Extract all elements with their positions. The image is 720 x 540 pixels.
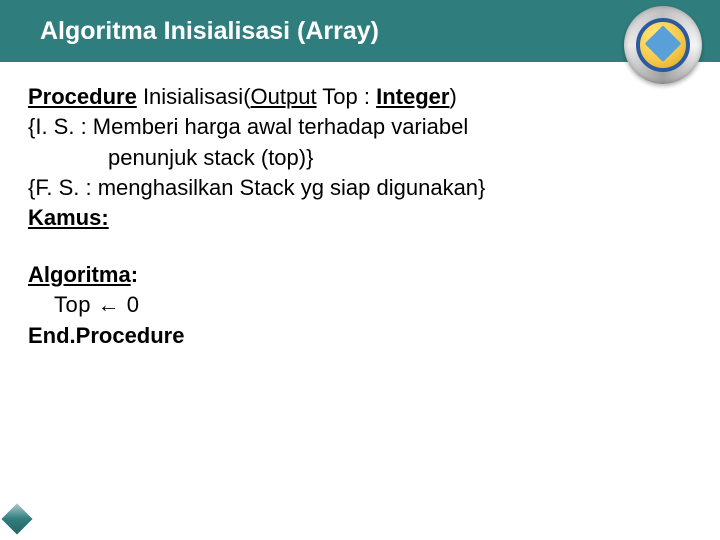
- kamus-heading: Kamus:: [28, 203, 692, 233]
- decorative-diamond-icon: [1, 503, 32, 534]
- algoritma-heading: Algoritma:: [28, 260, 692, 290]
- keyword-output: Output: [251, 84, 317, 109]
- logo-inner-icon: [636, 18, 690, 72]
- slide-body: Procedure Inisialisasi(Output Top : Inte…: [0, 62, 720, 351]
- algoritma-colon: :: [131, 262, 138, 287]
- final-state-line: {F. S. : menghasilkan Stack yg siap digu…: [28, 173, 692, 203]
- logo-container: [600, 0, 720, 96]
- keyword-integer: Integer: [376, 84, 449, 109]
- university-logo-icon: [624, 6, 702, 84]
- proc-name-text: Inisialisasi(: [137, 84, 251, 109]
- slide-title: Algoritma Inisialisasi (Array): [40, 17, 379, 46]
- keyword-procedure: Procedure: [28, 84, 137, 109]
- proc-mid-text: Top :: [317, 84, 377, 109]
- algorithm-block: Algoritma: Top ← 0 End.Procedure: [28, 260, 692, 351]
- end-procedure: End.Procedure: [28, 321, 692, 351]
- initial-state-line-2: penunjuk stack (top)}: [28, 143, 692, 173]
- procedure-signature: Procedure Inisialisasi(Output Top : Inte…: [28, 82, 692, 112]
- proc-close-text: ): [449, 84, 456, 109]
- algoritma-word: Algoritma: [28, 262, 131, 287]
- assignment-line: Top ← 0: [28, 290, 692, 320]
- initial-state-line-1: {I. S. : Memberi harga awal terhadap var…: [28, 112, 692, 142]
